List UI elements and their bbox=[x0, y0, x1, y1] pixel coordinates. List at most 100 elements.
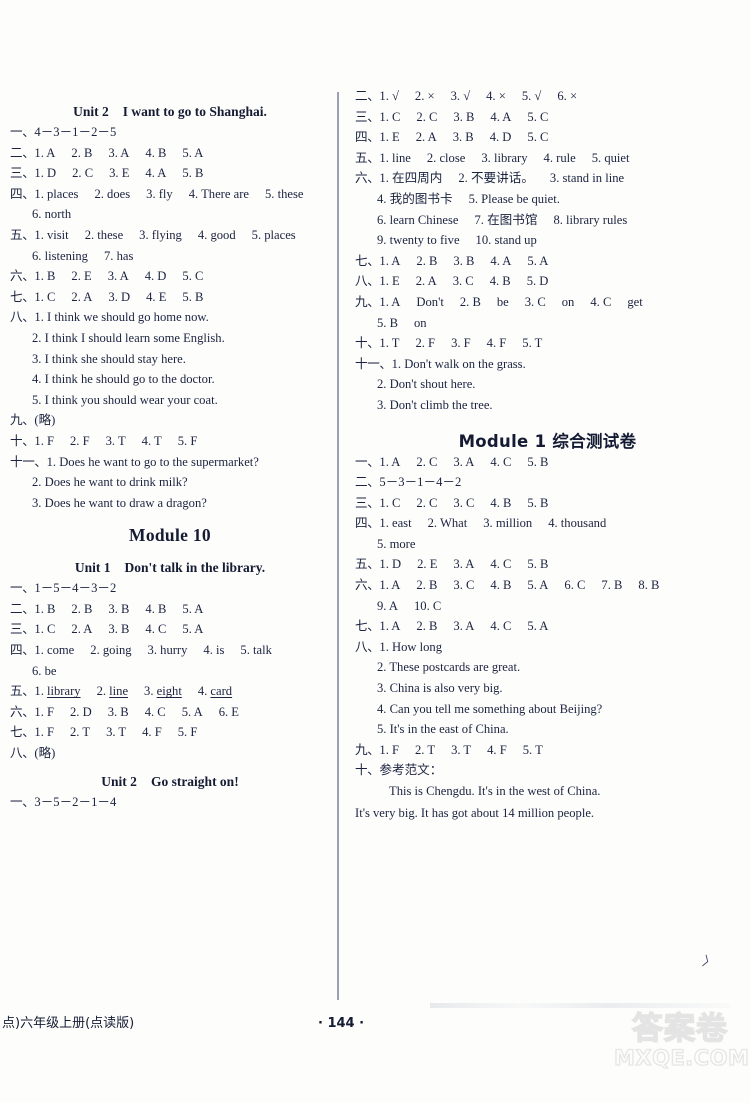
answer-row: 七、 1. A 2. B 3. A 4. C 5. A bbox=[355, 620, 740, 633]
answer-row: 二、 1. √ 2. × 3. √ 4. × 5. √ 6. × bbox=[355, 88, 740, 103]
answer-row: 一、 4－3－1－2－5 bbox=[10, 124, 330, 139]
answer-continuation-line: 5. I think you should wear your coat. bbox=[10, 392, 330, 407]
answer-text: 6. learn Chinese 7. 在图书馆 8. library rules bbox=[377, 212, 628, 227]
answer-row: 四、 1. E 2. A 3. B 4. D 5. C bbox=[355, 131, 740, 144]
unit-heading-text: Don't talk in the library. bbox=[124, 560, 266, 576]
column-divider bbox=[337, 92, 339, 1000]
answer-text: 1. E 2. A 3. B 4. D 5. C bbox=[379, 130, 549, 145]
answer-text: 1－5－4－3－2 bbox=[34, 581, 117, 596]
answer-continuation-line: 5. It's in the east of China. bbox=[355, 723, 740, 736]
answer-index: 一、 bbox=[10, 793, 35, 809]
answer-continuation-line: 9. A 10. C bbox=[355, 598, 740, 613]
unit-heading-unit1-library: Unit 1 Don't talk in the library. bbox=[10, 560, 330, 576]
answer-row: 一、 1. A 2. C 3. A 4. C 5. B bbox=[355, 453, 740, 469]
answer-row: 六、 1. A 2. B 3. C 4. B 5. A 6. C 7. B 8. B bbox=[355, 577, 740, 593]
answer-index: 一、 bbox=[10, 580, 35, 596]
answer-row: 五、 1. library 2. line 3. eight 4. card bbox=[10, 685, 330, 698]
answer-index: 四、 bbox=[10, 642, 35, 658]
answer-row: 七、 1. C 2. A 3. D 4. E 5. B bbox=[10, 288, 330, 304]
watermark: 答案卷 MXQE.COM bbox=[613, 1011, 749, 1097]
essay-line: This is Chengdu. It's in the west of Chi… bbox=[389, 784, 601, 798]
answer-continuation-line: 5. more bbox=[355, 538, 740, 551]
answer-index: 十一、 bbox=[355, 355, 392, 371]
answer-row: 十、 参考范文： bbox=[355, 764, 740, 777]
answer-continuation-line: 9. twenty to five 10. stand up bbox=[355, 234, 740, 247]
answer-text: 1. east 2. What 3. million 4. thousand bbox=[379, 516, 607, 531]
answer-continuation-line: 3. Does he want to draw a dragon? bbox=[10, 496, 330, 510]
scan-artifact bbox=[430, 1003, 730, 1008]
answer-key-page: Unit 2I want to go to Shanghai. 一、 4－3－1－… bbox=[0, 0, 750, 1103]
answer-row: 三、 1. C 2. C 3. B 4. A 5. C bbox=[355, 110, 740, 124]
answer-text: 3. I think she should stay here. bbox=[32, 351, 186, 366]
answer-text: 1. A 2. B 3. A 4. C 5. A bbox=[379, 619, 549, 634]
answer-text: 1. A 2. B 3. A 4. B 5. A bbox=[34, 145, 204, 160]
footer-book-info: 点)六年级上册(点读版) bbox=[2, 1016, 135, 1031]
answer-index: 七、 bbox=[10, 724, 35, 740]
answer-index: 十、 bbox=[355, 762, 380, 778]
left-column: Unit 2I want to go to Shanghai. 一、 4－3－1－… bbox=[10, 90, 330, 816]
answer-list-unit1-library: 一、 1－5－4－3－2 二、 1. B 2. B 3. B 4. B 5. A 三、 1. C2… bbox=[10, 582, 330, 759]
answer-text: 1. C 2. C 3. C 4. B 5. B bbox=[379, 495, 549, 510]
answer-index: 六、 bbox=[355, 577, 380, 593]
answer-continuation-line: 2. These postcards are great. bbox=[355, 661, 740, 674]
answer-index: 七、 bbox=[355, 252, 380, 268]
unit-heading-number: Unit 2 bbox=[73, 104, 109, 119]
answer-continuation-line: 4. Can you tell me something about Beiji… bbox=[355, 702, 740, 716]
answer-list-unit2-gostraight-continued: 二、 1. √ 2. × 3. √ 4. × 5. √ 6. × 三、 1. C 2. C 3. B… bbox=[355, 88, 740, 412]
answer-text: 5. more bbox=[377, 536, 416, 551]
answer-continuation-line: 6. learn Chinese 7. 在图书馆 8. library rules bbox=[355, 212, 740, 227]
answer-index: 六、 bbox=[355, 170, 380, 186]
answer-index: 八、 bbox=[10, 745, 35, 761]
answer-row: 五、 1. line 2. close 3. library 4. rule 5. qui… bbox=[355, 149, 740, 165]
page-edge-mark: 〉 bbox=[700, 953, 718, 972]
answer-text: 1. I think we should go home now. bbox=[34, 310, 209, 325]
answer-continuation-line: 4. I think he should go to the doctor. bbox=[10, 373, 330, 386]
answer-list-unit2-gostraight: 一、 3－5－2－1－4 bbox=[10, 793, 330, 809]
answer-row: 十一、 1. Does he want to go to the supermar… bbox=[10, 455, 330, 469]
answer-row: 四、 1. east 2. What 3. million 4. thousand bbox=[355, 517, 740, 530]
answer-row: 八、 1. E 2. A 3. C 4. B 5. D bbox=[355, 275, 740, 288]
answer-continuation-line: 2. I think I should learn some English. bbox=[10, 332, 330, 345]
answer-row: 五、 1. visit 2. these 3. flying 4. good 5. pla… bbox=[10, 226, 330, 242]
answer-text: 9. A 10. C bbox=[377, 598, 442, 613]
answer-continuation-line: 4. 我的图书卡 5. Please be quiet. bbox=[355, 193, 740, 206]
answer-continuation-line: 2. Does he want to drink milk? bbox=[10, 476, 330, 489]
answer-index: 九、 bbox=[355, 293, 380, 309]
answer-index: 一、 bbox=[10, 124, 35, 139]
answer-index: 二、 bbox=[355, 88, 380, 103]
answer-index: 五、 bbox=[10, 226, 35, 242]
answer-index: 五、 bbox=[355, 149, 380, 165]
answer-index: 二、 bbox=[10, 144, 35, 160]
answer-row: 八、 (略) bbox=[10, 745, 330, 761]
answer-row: 十、 1. F 2. F 3. T 4. T 5. F bbox=[10, 434, 330, 448]
answer-text: 1. F 2. D 3. B 4. C 5. A 6. E bbox=[34, 704, 239, 719]
answer-text: 4－3－1－2－5 bbox=[34, 125, 117, 139]
answer-row: 五、 1. D 2. E 3. A 4. C 5. B bbox=[355, 558, 740, 571]
answer-continuation-line: 3. I think she should stay here. bbox=[10, 351, 330, 366]
answer-row: 十一、 1. Don't walk on the grass. bbox=[355, 355, 740, 371]
answer-continuation-line: 5. Bon bbox=[355, 315, 740, 330]
answer-row: 二、 1. B 2. B 3. B 4. B 5. A bbox=[10, 602, 330, 616]
answer-row: 八、 1. How long bbox=[355, 640, 740, 654]
unit-heading-unit2-gostraight: Unit 2 Go straight on! bbox=[10, 774, 330, 790]
answer-text: 5. Bon bbox=[377, 315, 427, 330]
answer-continuation-line: 3. Don't climb the tree. bbox=[355, 399, 740, 412]
watermark-cjk-text: 答案卷 bbox=[631, 1011, 728, 1047]
answer-text: 1. A 2. B 3. B 4. A 5. A bbox=[379, 253, 549, 268]
answer-row: 十、 1. T 2. F 3. F 4. F 5. T bbox=[355, 337, 740, 350]
answer-index: 六、 bbox=[10, 268, 35, 284]
answer-row: 六、 1. 在四周内 2. 不要讲话。 3. stand in line bbox=[355, 172, 740, 185]
sample-essay-block: This is Chengdu. It's in the west of Chi… bbox=[355, 785, 740, 819]
answer-index: 七、 bbox=[10, 288, 35, 304]
answer-text: 1. line 2. close 3. library 4. rule 5. quiet bbox=[379, 150, 630, 165]
answer-continuation-line: 6. be bbox=[10, 664, 330, 678]
answer-index: 一、 bbox=[355, 453, 380, 469]
answer-text: 1. A Don't 2. Bbe 3. Con 4. Cget bbox=[379, 294, 643, 309]
answer-text: 6. listening 7. has bbox=[32, 248, 134, 263]
unit-heading-text: Go straight on! bbox=[150, 773, 239, 789]
answer-text: 4. 我的图书卡 5. Please be quiet. bbox=[377, 191, 560, 206]
answer-row: 二、 1. A 2. B 3. A 4. B 5. A bbox=[10, 144, 330, 160]
answer-text: 5. I think you should wear your coat. bbox=[32, 392, 218, 407]
answer-text: 参考范文： bbox=[379, 762, 443, 778]
answer-text: 1. A 2. B 3. C 4. B 5. A 6. C 7. B 8. B bbox=[379, 578, 660, 593]
